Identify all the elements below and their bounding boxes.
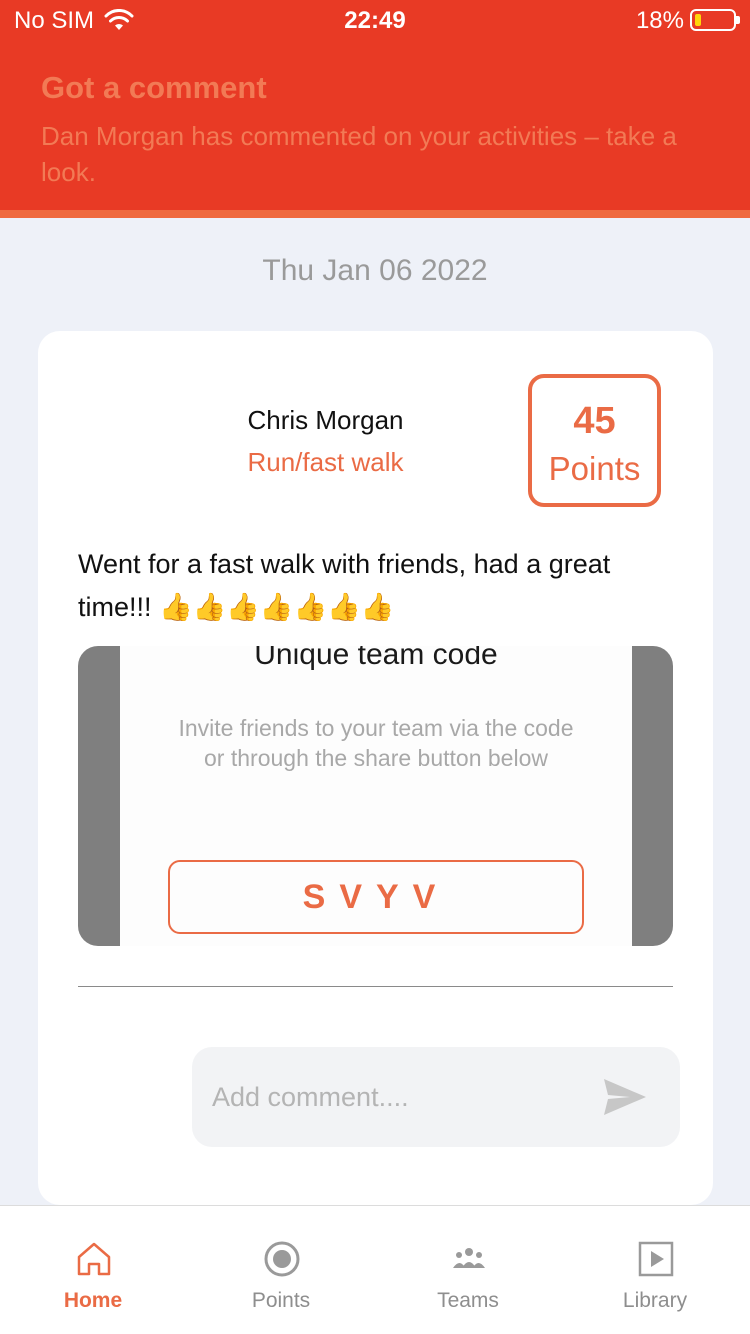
divider xyxy=(78,986,673,987)
post-text: Went for a fast walk with friends, had a… xyxy=(78,549,611,622)
status-bar: No SIM 22:49 18% xyxy=(0,0,750,40)
tab-library[interactable]: Library xyxy=(575,1206,735,1334)
points-badge: 45 Points xyxy=(528,374,661,507)
library-icon xyxy=(638,1241,674,1277)
feed-date: Thu Jan 06 2022 xyxy=(262,254,488,287)
activity-type: Run/fast walk xyxy=(247,447,404,477)
banner-divider xyxy=(0,210,750,218)
comment-input[interactable] xyxy=(212,1077,592,1117)
send-icon[interactable] xyxy=(602,1077,648,1117)
image-heading: Unique team code xyxy=(254,646,498,671)
tab-points-label: Points xyxy=(251,1289,311,1312)
user-name[interactable]: Chris Morgan xyxy=(38,405,613,436)
teams-icon xyxy=(453,1248,485,1268)
points-value: 45 xyxy=(573,400,616,442)
tab-teams[interactable]: Teams xyxy=(388,1206,548,1334)
notification-banner[interactable]: No SIM 22:49 18% Got a comment Dan Morga… xyxy=(0,0,750,218)
battery-percent: 18% xyxy=(635,7,684,34)
points-label: Points xyxy=(548,450,641,487)
tab-home[interactable]: Home xyxy=(13,1206,173,1334)
tab-home-label: Home xyxy=(63,1289,123,1312)
tab-teams-label: Teams xyxy=(437,1289,499,1312)
points-icon xyxy=(264,1241,300,1277)
team-code-box: SVYV xyxy=(168,860,584,934)
notification-title: Got a comment xyxy=(41,70,267,105)
tab-bar: Home Points Teams Library xyxy=(0,1205,750,1334)
home-icon xyxy=(77,1242,111,1276)
image-description: Invite friends to your team via the code… xyxy=(178,715,574,771)
battery-icon xyxy=(690,9,740,31)
notification-body: Dan Morgan has commented on your activit… xyxy=(41,121,677,187)
post-image[interactable]: Unique team code Invite friends to your … xyxy=(78,646,673,946)
activity-card: Chris Morgan Run/fast walk 45 Points Wen… xyxy=(38,331,713,1205)
comment-box xyxy=(192,1047,680,1147)
post-image-content: Unique team code Invite friends to your … xyxy=(120,646,632,946)
tab-library-label: Library xyxy=(622,1289,688,1312)
tab-points[interactable]: Points xyxy=(201,1206,361,1334)
